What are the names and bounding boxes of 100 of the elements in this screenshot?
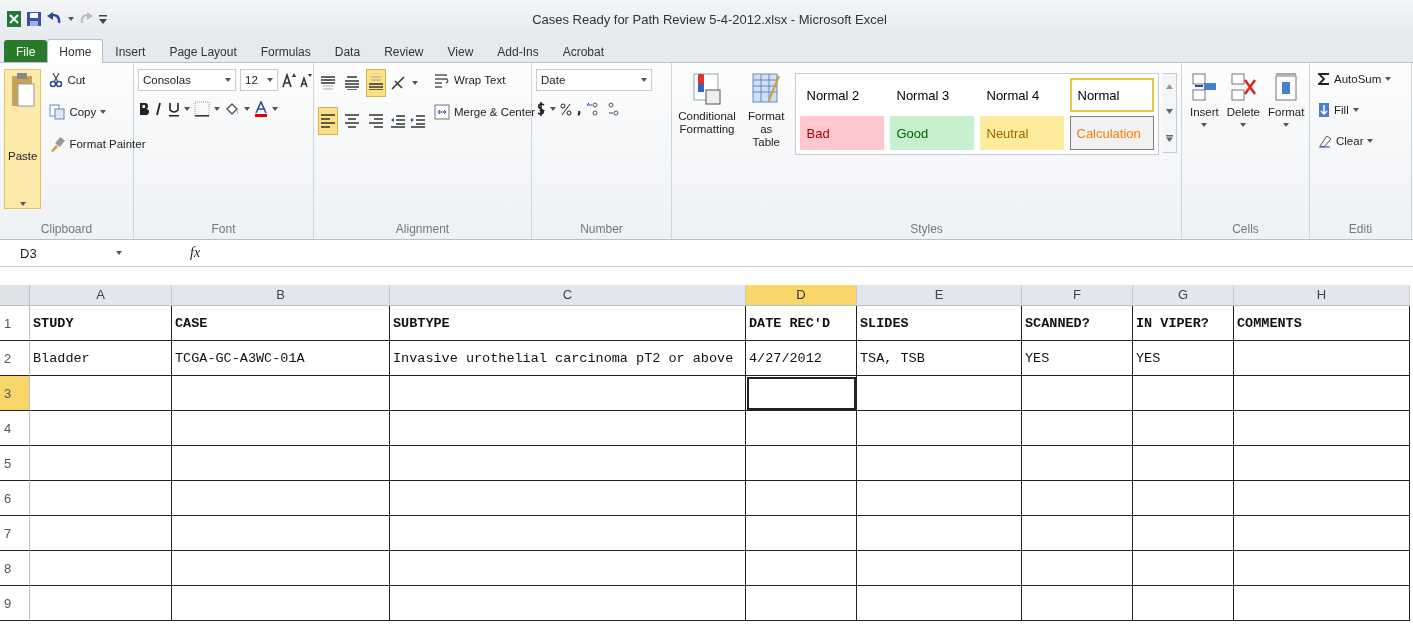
increase-indent-icon[interactable]: [410, 113, 426, 129]
column-heading: STUDY: [30, 306, 172, 341]
paste-button[interactable]: Paste: [4, 69, 42, 209]
cell-style-option[interactable]: Neutral: [979, 116, 1064, 150]
cells-button[interactable]: Insert: [1186, 69, 1223, 219]
group-label: Font: [210, 221, 237, 238]
format-as-table-button[interactable]: Format as Table: [742, 69, 791, 219]
ribbon-tab[interactable]: Insert: [103, 40, 158, 62]
align-left-button[interactable]: [318, 107, 338, 135]
cut-button[interactable]: Cut: [45, 69, 90, 91]
conditional-formatting-button[interactable]: Conditional Formatting: [676, 69, 738, 219]
font-name-dropdown[interactable]: Consolas: [138, 69, 236, 91]
align-right-icon: [368, 114, 384, 128]
cells-button[interactable]: Format: [1264, 69, 1309, 219]
table-cell: TSA, TSB: [857, 341, 1022, 376]
bold-icon[interactable]: [138, 101, 150, 117]
grow-font-icon[interactable]: [282, 72, 296, 88]
ribbon-tab[interactable]: Acrobat: [550, 40, 616, 62]
column-heading: SCANNED?: [1022, 306, 1133, 341]
column-heading: COMMENTS: [1234, 306, 1410, 341]
column-header[interactable]: F: [1022, 285, 1133, 306]
sigma-icon: [1318, 72, 1330, 86]
column-header[interactable]: C: [390, 285, 746, 306]
shrink-font-icon[interactable]: [300, 72, 312, 88]
column-header[interactable]: A: [30, 285, 172, 306]
group-label: Alignment: [394, 221, 451, 238]
copy-button[interactable]: Copy: [45, 101, 111, 123]
row-header[interactable]: 1: [0, 306, 30, 341]
underline-icon[interactable]: [168, 101, 180, 117]
ribbon-tab[interactable]: Data: [322, 40, 373, 62]
group-label: Clipboard: [39, 221, 94, 238]
borders-icon[interactable]: [194, 101, 210, 117]
fill-color-icon[interactable]: [224, 101, 240, 117]
wrap-text-icon: [434, 72, 450, 88]
ribbon-tab[interactable]: Review: [372, 40, 436, 62]
wrap-text-button[interactable]: Wrap Text: [430, 69, 510, 91]
row-header[interactable]: 4: [0, 411, 30, 446]
row-header[interactable]: 8: [0, 551, 30, 586]
row-header[interactable]: 6: [0, 481, 30, 516]
percent-icon[interactable]: [560, 101, 572, 117]
cells-button[interactable]: Delete: [1222, 69, 1264, 219]
align-middle-icon: [344, 76, 360, 90]
column-header[interactable]: E: [857, 285, 1022, 306]
gallery-scrollbar[interactable]: [1162, 73, 1177, 153]
active-cell[interactable]: [746, 376, 857, 411]
column-header[interactable]: G: [1133, 285, 1234, 306]
row-header[interactable]: 9: [0, 586, 30, 621]
cell-style-option[interactable]: Bad: [799, 116, 884, 150]
font-color-icon[interactable]: [254, 101, 268, 117]
paintbrush-icon: [49, 136, 66, 152]
align-bottom-button[interactable]: [366, 69, 386, 97]
ribbon-tab[interactable]: Page Layout: [157, 40, 249, 62]
align-bottom-icon: [368, 76, 384, 90]
more-styles-icon: [1165, 134, 1173, 142]
font-size-dropdown[interactable]: 12: [240, 69, 278, 91]
row-header[interactable]: 5: [0, 446, 30, 481]
merge-cells-icon: [434, 104, 450, 120]
merge-center-button[interactable]: Merge & Center: [430, 101, 550, 123]
cell-style-option[interactable]: Normal: [1069, 78, 1154, 112]
cell-style-option[interactable]: Good: [889, 116, 974, 150]
insert-function-button[interactable]: fx: [190, 245, 201, 261]
ribbon-tab[interactable]: File: [4, 40, 48, 62]
scissors-icon: [49, 72, 64, 88]
orientation-icon[interactable]: [390, 75, 408, 91]
scroll-down-icon: [1165, 109, 1173, 115]
format-painter-button[interactable]: Format Painter: [45, 133, 150, 155]
customize-icon[interactable]: [98, 12, 108, 26]
column-header[interactable]: H: [1234, 285, 1410, 306]
ribbon-tab[interactable]: Home: [47, 39, 104, 63]
save-icon[interactable]: [26, 11, 42, 27]
column-heading: SLIDES: [857, 306, 1022, 341]
ribbon-tab[interactable]: View: [435, 40, 486, 62]
table-cell: YES: [1022, 341, 1133, 376]
autosum-button[interactable]: AutoSum: [1314, 69, 1396, 89]
fill-button[interactable]: Fill: [1314, 99, 1363, 121]
ribbon-tab[interactable]: Add-Ins: [485, 40, 551, 62]
row-header[interactable]: 3: [0, 376, 30, 411]
currency-icon[interactable]: [536, 101, 546, 117]
align-left-icon: [320, 114, 336, 128]
row-header[interactable]: 7: [0, 516, 30, 551]
decrease-indent-icon[interactable]: [390, 113, 406, 129]
group-label: Styles: [909, 221, 944, 238]
column-header[interactable]: D: [746, 285, 857, 306]
table-cell: 4/27/2012: [746, 341, 857, 376]
clear-button[interactable]: Clear: [1314, 131, 1378, 151]
scroll-up-icon: [1165, 84, 1173, 90]
ribbon-tab[interactable]: Formulas: [248, 40, 323, 62]
insert-cells-icon: [1190, 72, 1219, 102]
column-header[interactable]: B: [172, 285, 390, 306]
column-heading: DATE REC'D: [746, 306, 857, 341]
name-box[interactable]: D3: [0, 245, 130, 261]
table-cell: YES: [1133, 341, 1234, 376]
number-format-dropdown[interactable]: Date: [536, 69, 652, 91]
column-heading: CASE: [172, 306, 390, 341]
italic-icon[interactable]: [154, 101, 164, 117]
decrease-decimal-icon[interactable]: [606, 101, 622, 117]
align-center-icon: [344, 114, 360, 128]
row-header[interactable]: 2: [0, 341, 30, 376]
table-style-icon: [751, 72, 782, 106]
table-cell: TCGA-GC-A3WC-01A: [172, 341, 390, 376]
